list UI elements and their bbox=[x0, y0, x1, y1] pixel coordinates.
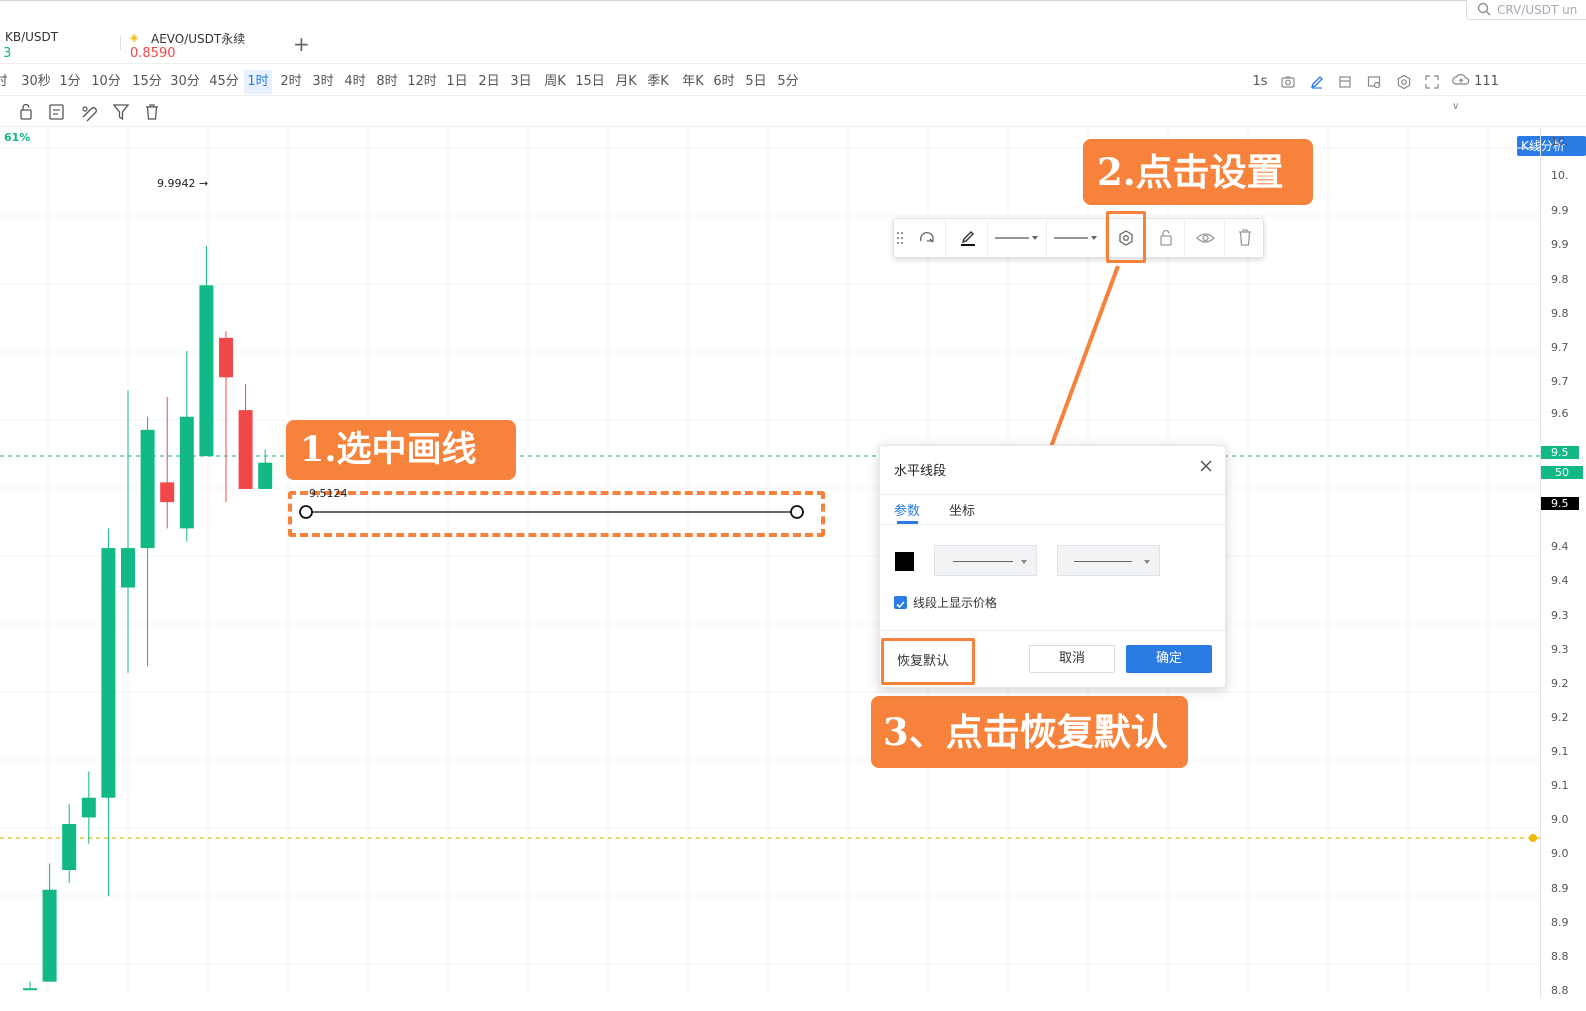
line-width-select[interactable] bbox=[934, 545, 1037, 576]
line-settings-dialog: 水平线段 参数 坐标 线段上显示价格 恢复默认 取消 确定 bbox=[879, 445, 1226, 688]
divider bbox=[880, 630, 1225, 631]
close-icon[interactable] bbox=[1196, 456, 1216, 476]
reset-default-button[interactable]: 恢复默认 bbox=[881, 638, 975, 685]
divider bbox=[880, 524, 1225, 525]
divider bbox=[880, 494, 1225, 495]
line-style-select[interactable] bbox=[1057, 545, 1160, 576]
dialog-title: 水平线段 bbox=[894, 464, 947, 479]
instruction-arrow bbox=[978, 265, 1120, 634]
cancel-button[interactable]: 取消 bbox=[1029, 645, 1115, 673]
color-swatch[interactable] bbox=[895, 552, 914, 571]
confirm-button[interactable]: 确定 bbox=[1126, 645, 1212, 673]
tab-params[interactable]: 参数 bbox=[894, 500, 920, 519]
tab-coordinates[interactable]: 坐标 bbox=[949, 500, 975, 519]
show-price-checkbox[interactable] bbox=[894, 596, 907, 609]
show-price-label: 线段上显示价格 bbox=[913, 596, 998, 610]
